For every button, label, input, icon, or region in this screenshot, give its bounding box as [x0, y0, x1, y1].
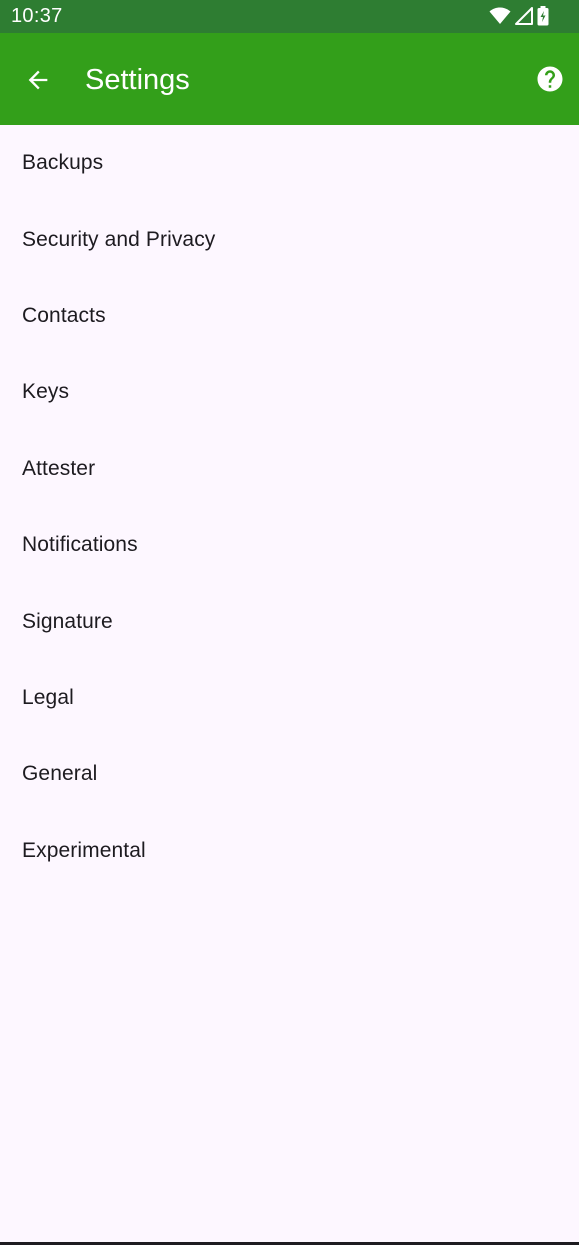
settings-item-security-and-privacy[interactable]: Security and Privacy [0, 201, 579, 277]
back-button[interactable] [24, 66, 52, 94]
app-bar: Settings [0, 33, 579, 125]
settings-item-backups[interactable]: Backups [0, 125, 579, 201]
signal-icon [515, 7, 533, 30]
settings-list: Backups Security and Privacy Contacts Ke… [0, 125, 579, 889]
status-icons [489, 6, 549, 31]
settings-item-label: Legal [22, 685, 74, 709]
settings-item-label: Attester [22, 456, 96, 480]
settings-item-keys[interactable]: Keys [0, 354, 579, 430]
arrow-back-icon [24, 70, 52, 98]
battery-charging-icon [537, 6, 549, 31]
settings-item-label: Contacts [22, 303, 106, 327]
wifi-icon [489, 7, 511, 30]
status-time: 10:37 [11, 5, 63, 27]
settings-item-label: Backups [22, 151, 104, 175]
settings-item-label: Signature [22, 609, 113, 633]
settings-item-label: General [22, 762, 98, 786]
settings-item-notifications[interactable]: Notifications [0, 507, 579, 583]
page-title: Settings [85, 64, 190, 96]
settings-item-label: Security and Privacy [22, 227, 216, 251]
settings-item-attester[interactable]: Attester [0, 431, 579, 507]
settings-item-signature[interactable]: Signature [0, 583, 579, 659]
settings-item-legal[interactable]: Legal [0, 660, 579, 736]
settings-item-general[interactable]: General [0, 736, 579, 812]
help-button[interactable] [535, 64, 565, 94]
settings-item-label: Notifications [22, 533, 138, 557]
settings-item-contacts[interactable]: Contacts [0, 278, 579, 354]
settings-item-experimental[interactable]: Experimental [0, 813, 579, 889]
help-circle-icon [535, 66, 565, 98]
settings-item-label: Experimental [22, 838, 146, 862]
status-bar: 10:37 [0, 0, 579, 33]
settings-item-label: Keys [22, 380, 70, 404]
